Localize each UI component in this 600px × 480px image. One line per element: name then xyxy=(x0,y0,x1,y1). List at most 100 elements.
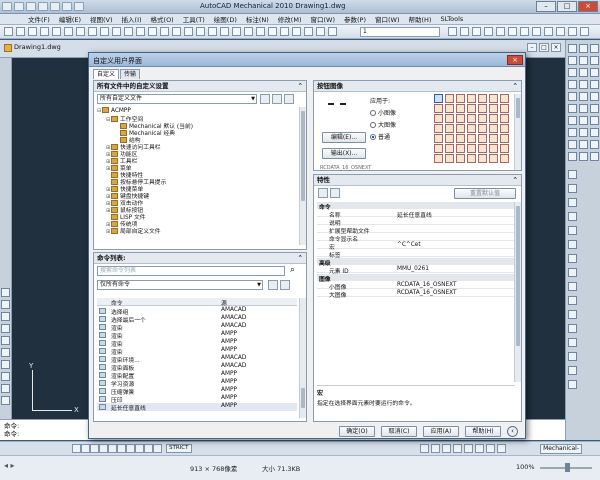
toolbar-tool-icon[interactable] xyxy=(532,27,541,36)
command-row[interactable]: 压缩弹簧 AMPP xyxy=(97,387,297,396)
status-tool-icon[interactable] xyxy=(475,444,484,453)
command-row[interactable]: 延长任意直线 AMPP xyxy=(97,403,297,412)
modify-tool-icon[interactable] xyxy=(590,56,599,65)
modify-tool-icon[interactable] xyxy=(568,80,577,89)
draw-tool-icon[interactable] xyxy=(1,360,10,369)
undo-icon[interactable] xyxy=(50,2,60,11)
image-thumbnail-icon[interactable] xyxy=(445,104,454,113)
modify-tool-icon[interactable] xyxy=(590,128,599,137)
toolbar-tool-icon[interactable] xyxy=(304,27,313,36)
property-row[interactable]: 名称 延长任意直线 xyxy=(317,210,515,219)
modify-tool-icon[interactable] xyxy=(568,128,577,137)
command-row[interactable]: 选择组 AMACAD xyxy=(97,307,297,316)
modify-tool-icon[interactable] xyxy=(568,198,577,207)
toolbar-tool-icon[interactable] xyxy=(88,27,97,36)
image-thumbnail-icon[interactable] xyxy=(445,124,454,133)
modify-tool-icon[interactable] xyxy=(568,56,577,65)
layer-combo[interactable]: 1 xyxy=(360,27,440,37)
command-row[interactable]: 渲染 AMPP xyxy=(97,331,297,340)
image-thumbnail-icon[interactable] xyxy=(500,94,509,103)
reset-defaults-button[interactable]: 重置默认值 xyxy=(454,188,516,199)
command-row[interactable]: 学习资源 AMPP xyxy=(97,379,297,388)
toolbar-tool-icon[interactable] xyxy=(328,27,337,36)
image-thumbnail-icon[interactable] xyxy=(478,94,487,103)
modify-tool-icon[interactable] xyxy=(579,68,588,77)
command-row[interactable]: 渲染环境... AMACAD xyxy=(97,355,297,364)
toolbar-tool-icon[interactable] xyxy=(484,27,493,36)
image-thumbnail-icon[interactable] xyxy=(445,134,454,143)
toolbar-tool-icon[interactable] xyxy=(40,27,49,36)
doc-restore-button[interactable]: □ xyxy=(539,43,549,52)
draw-tool-icon[interactable] xyxy=(1,396,10,405)
modify-tool-icon[interactable] xyxy=(568,380,577,389)
toolbar-tool-icon[interactable] xyxy=(256,27,265,36)
toolbar-tool-icon[interactable] xyxy=(460,27,469,36)
command-row[interactable]: 渲染配置 AMPP xyxy=(97,371,297,380)
app-menu-icon[interactable] xyxy=(2,2,12,11)
property-row[interactable]: 说明 xyxy=(317,218,515,227)
image-thumbnail-icon[interactable] xyxy=(489,94,498,103)
modify-tool-icon[interactable] xyxy=(579,104,588,113)
categorized-icon[interactable] xyxy=(318,188,328,198)
drafting-toggle-icon[interactable] xyxy=(144,444,153,453)
draw-tool-icon[interactable] xyxy=(1,300,10,309)
image-thumbnail-icon[interactable] xyxy=(467,114,476,123)
modify-tool-icon[interactable] xyxy=(568,268,577,277)
image-thumbnail-icon[interactable] xyxy=(478,134,487,143)
image-thumbnail-icon[interactable] xyxy=(467,104,476,113)
modify-tool-icon[interactable] xyxy=(568,338,577,347)
modify-tool-icon[interactable] xyxy=(590,68,599,77)
image-thumbnail-icon[interactable] xyxy=(467,154,476,163)
draw-tool-icon[interactable] xyxy=(1,288,10,297)
property-row[interactable]: 标签 xyxy=(317,250,515,259)
image-list-scrollbar[interactable] xyxy=(514,94,521,170)
image-thumbnail-icon[interactable] xyxy=(489,134,498,143)
redo-icon[interactable] xyxy=(62,2,72,11)
modify-tool-icon[interactable] xyxy=(590,80,599,89)
image-thumbnail-icon[interactable] xyxy=(434,124,443,133)
toolbar-tool-icon[interactable] xyxy=(16,27,25,36)
drafting-toggle-icon[interactable] xyxy=(135,444,144,453)
image-thumbnail-icon[interactable] xyxy=(467,124,476,133)
menu-item[interactable]: 文件(F) xyxy=(28,14,50,24)
image-thumbnail-icon[interactable] xyxy=(445,144,454,153)
toolbar-tool-icon[interactable] xyxy=(160,27,169,36)
property-row[interactable]: 命令显示名 xyxy=(317,234,515,243)
command-filter-select[interactable]: 仅所有命令 ▼ xyxy=(97,280,263,290)
modify-tool-icon[interactable] xyxy=(568,44,577,53)
image-thumbnail-icon[interactable] xyxy=(467,94,476,103)
draw-tool-icon[interactable] xyxy=(1,348,10,357)
customization-file-select[interactable]: 所有自定义文件 ▼ xyxy=(97,94,257,104)
modify-tool-icon[interactable] xyxy=(568,240,577,249)
image-thumbnail-icon[interactable] xyxy=(434,104,443,113)
save-icon[interactable] xyxy=(38,2,48,11)
image-thumbnail-icon[interactable] xyxy=(467,144,476,153)
modify-tool-icon[interactable] xyxy=(579,128,588,137)
strict-toggle[interactable]: STRICT xyxy=(166,444,192,453)
menu-item[interactable]: 窗口(W) xyxy=(375,14,400,24)
image-thumbnail-icon[interactable] xyxy=(434,94,443,103)
draw-tool-icon[interactable] xyxy=(1,384,10,393)
collapse-icon[interactable]: ⌃ xyxy=(513,175,518,185)
property-value[interactable]: RCDATA_16_OSNEXT xyxy=(397,290,457,296)
image-thumbnail-icon[interactable] xyxy=(467,134,476,143)
toolbar-tool-icon[interactable] xyxy=(184,27,193,36)
prev-next-icon[interactable]: ◂ ▸ xyxy=(4,461,15,470)
edit-image-button[interactable]: 编辑(E)... xyxy=(322,132,366,143)
image-thumbnail-icon[interactable] xyxy=(489,104,498,113)
property-category[interactable]: 命令 xyxy=(317,202,515,211)
doc-close-button[interactable]: × xyxy=(551,43,561,52)
drafting-toggle-icon[interactable] xyxy=(72,444,81,453)
toolbar-tool-icon[interactable] xyxy=(64,27,73,36)
menu-item[interactable]: 帮助(H) xyxy=(408,14,431,24)
apply-button[interactable]: 应用(A) xyxy=(423,426,459,437)
drafting-toggle-icon[interactable] xyxy=(117,444,126,453)
command-row[interactable]: 渲染面板 AMACAD xyxy=(97,363,297,372)
image-thumbnail-icon[interactable] xyxy=(478,154,487,163)
toolbar-tool-icon[interactable] xyxy=(52,27,61,36)
property-value[interactable]: MMU_0261 xyxy=(397,266,429,272)
image-thumbnail-icon[interactable] xyxy=(500,154,509,163)
image-thumbnail-icon[interactable] xyxy=(478,114,487,123)
modify-tool-icon[interactable] xyxy=(568,324,577,333)
alphabetical-icon[interactable] xyxy=(330,188,340,198)
